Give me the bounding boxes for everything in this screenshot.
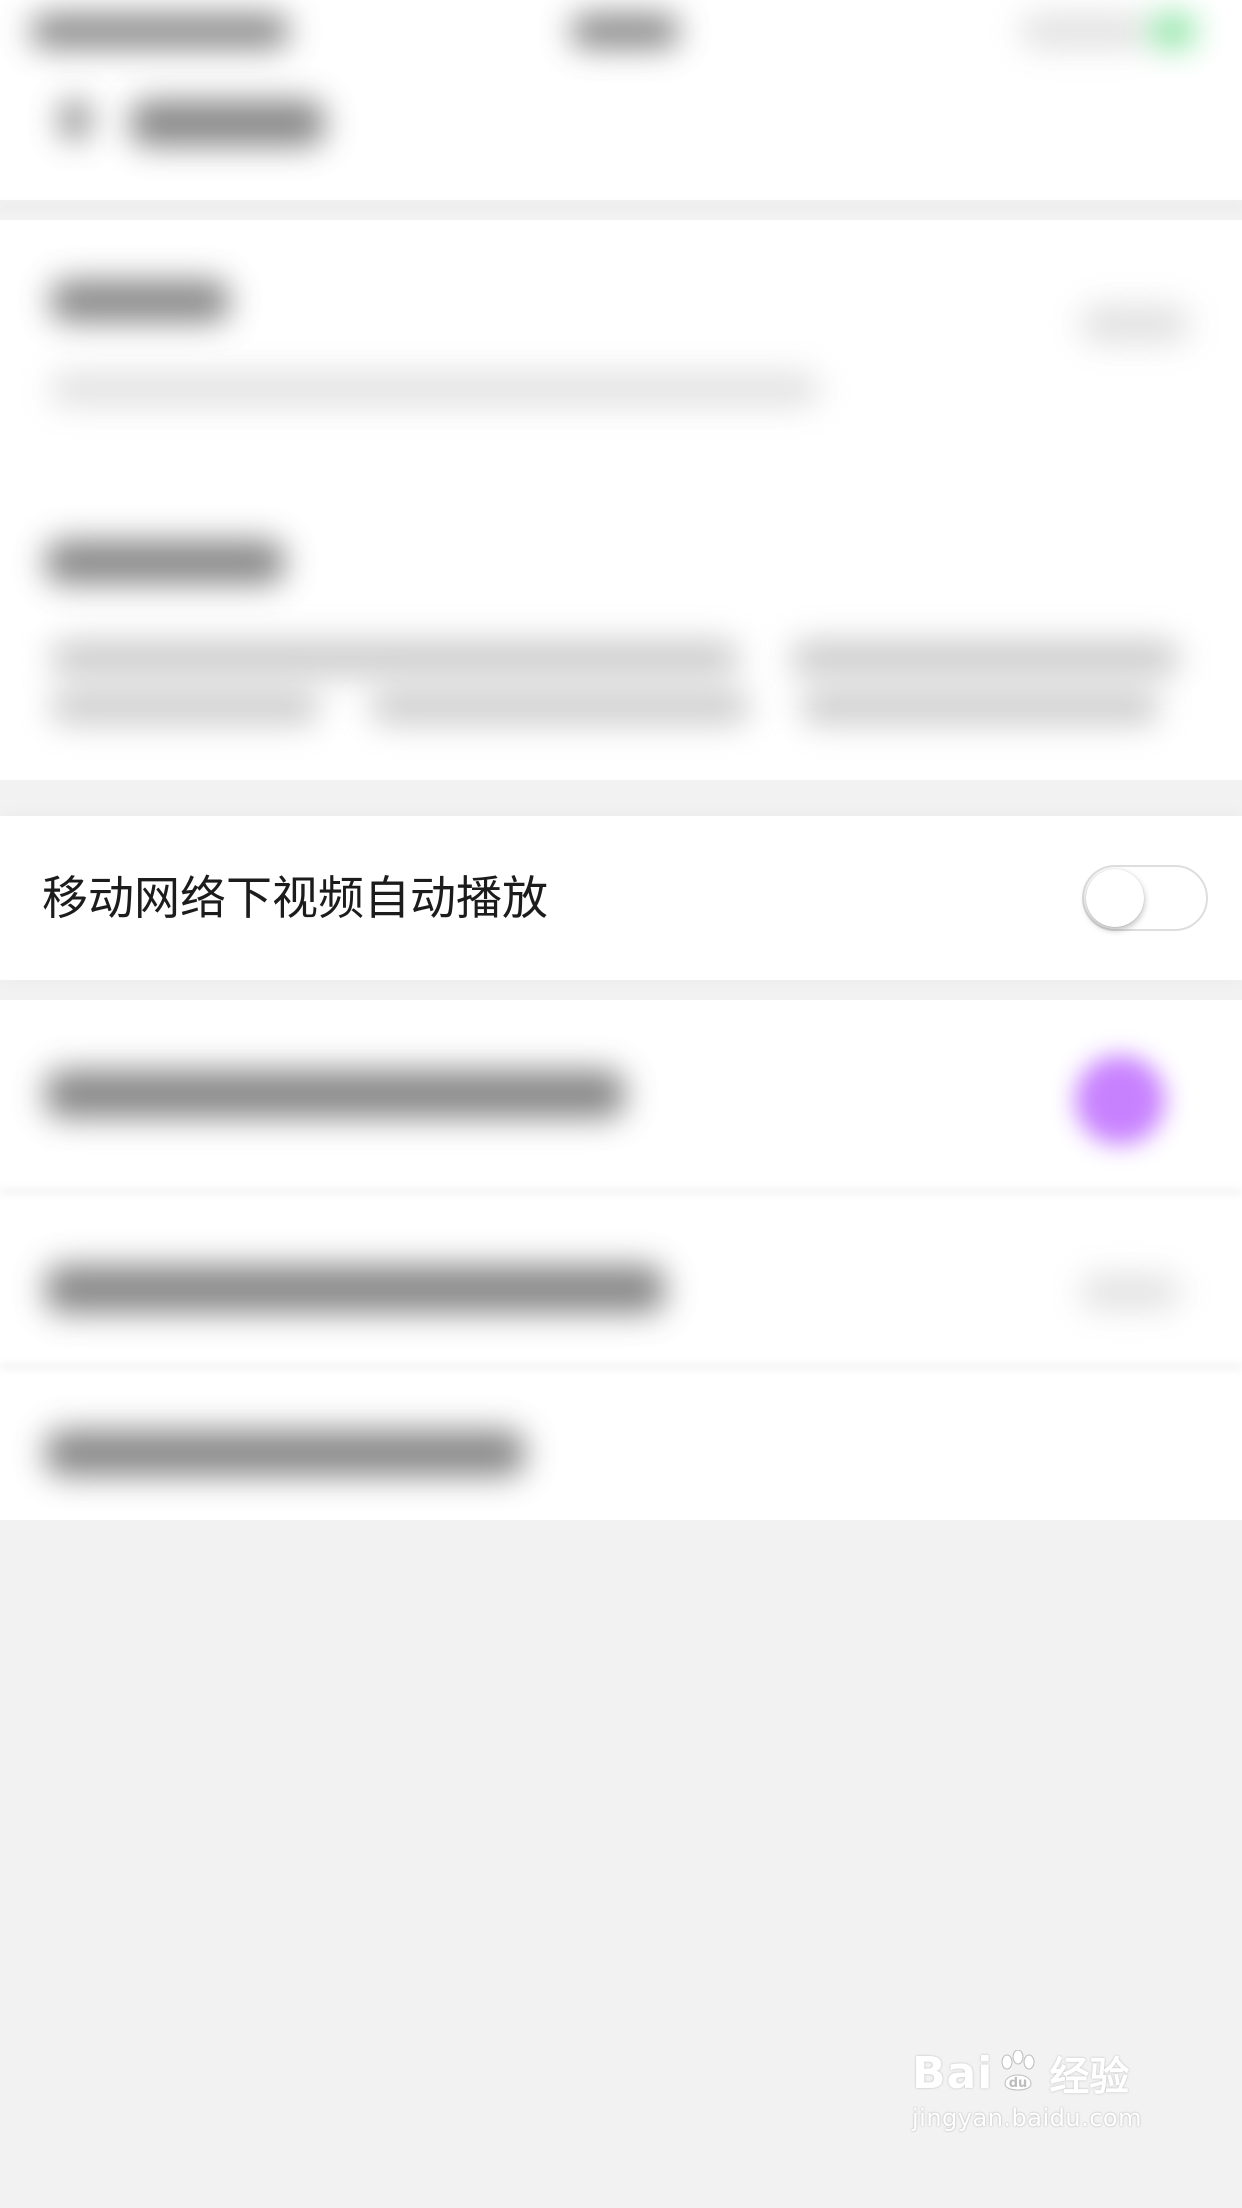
baidu-jingyan-watermark: Bai du 经验 jingyan.baidu.com bbox=[912, 2044, 1172, 2164]
blurred-page-title bbox=[130, 100, 325, 146]
blurred-item-2-desc-b bbox=[790, 640, 1180, 676]
blurred-battery-icon bbox=[1150, 14, 1196, 48]
watermark-brand-left: Bai bbox=[912, 2047, 994, 2099]
blurred-status-time bbox=[570, 14, 680, 48]
video-autoplay-toggle[interactable] bbox=[1082, 865, 1208, 931]
video-autoplay-label: 移动网络下视频自动播放 bbox=[42, 871, 548, 925]
paw-icon: du bbox=[1001, 2050, 1035, 2091]
blurred-item-5-title bbox=[45, 1265, 665, 1313]
blurred-item-2-desc-c bbox=[50, 690, 320, 724]
blurred-item-2-title bbox=[45, 540, 285, 584]
watermark-brand-right: 经验 bbox=[1049, 2054, 1130, 2100]
toggle-knob bbox=[1086, 869, 1144, 927]
blurred-status-left bbox=[30, 14, 290, 48]
blurred-item-6-title bbox=[45, 1430, 525, 1476]
video-autoplay-setting-row: 移动网络下视频自动播放 bbox=[0, 816, 1242, 980]
blurred-item-1-value bbox=[1080, 305, 1190, 343]
blurred-item-2-desc-e bbox=[800, 690, 1160, 724]
blurred-item-4-title bbox=[45, 1070, 625, 1118]
blurred-item-2-desc-a bbox=[50, 640, 740, 676]
blurred-background bbox=[0, 0, 1242, 2208]
blurred-item-4-purple-toggle bbox=[1075, 1055, 1165, 1145]
blurred-back-icon bbox=[60, 100, 90, 140]
blurred-item-1-desc bbox=[50, 372, 820, 406]
blurred-item-5-value bbox=[1080, 1275, 1180, 1309]
blurred-item-2-desc-d bbox=[370, 690, 750, 724]
blurred-item-1-title bbox=[50, 280, 230, 322]
svg-text:du: du bbox=[1009, 2076, 1028, 2091]
blurred-status-right bbox=[1020, 14, 1150, 48]
watermark-url: jingyan.baidu.com bbox=[912, 2104, 1142, 2132]
